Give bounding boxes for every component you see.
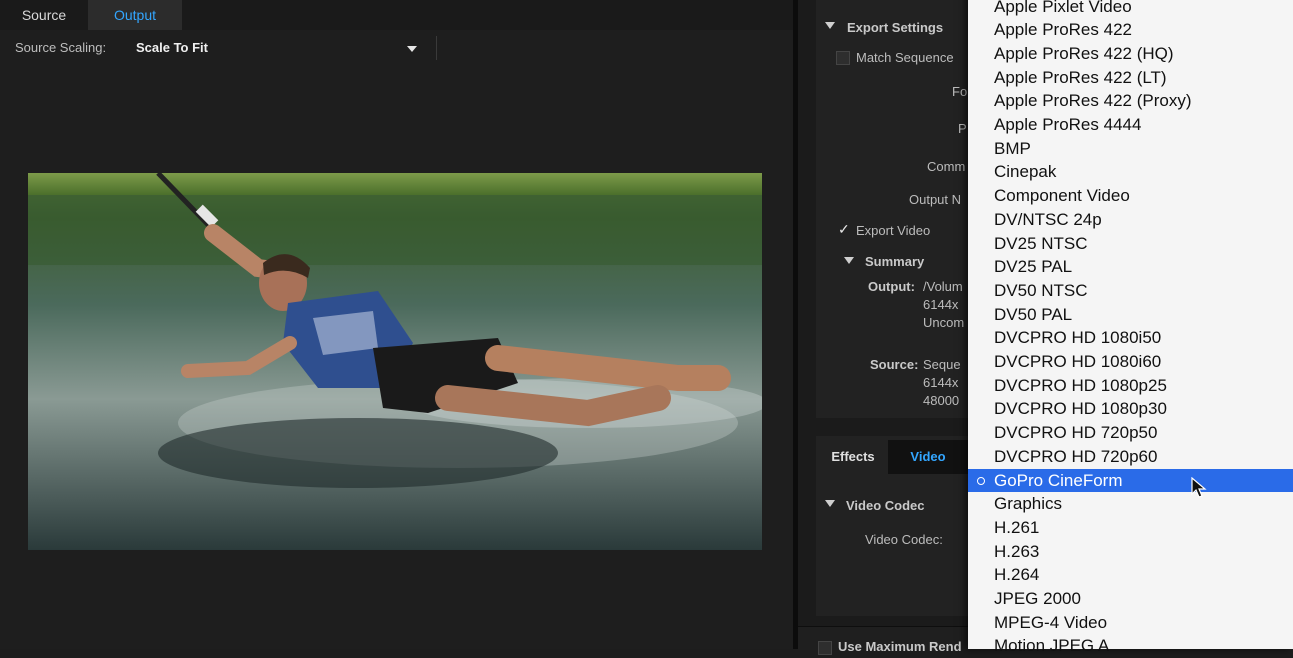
menu-item[interactable]: Apple ProRes 422 (LT) [968,66,1293,90]
menu-item-label: DVCPRO HD 720p60 [994,446,1158,466]
source-scaling-bar: Source Scaling: Scale To Fit [0,34,793,62]
use-maximum-render-label: Use Maximum Rend [838,639,962,654]
export-video-checkbox[interactable]: ✓ [838,221,850,238]
selection-radio-icon [977,476,985,485]
output-name-label: Output N [909,192,962,207]
menu-item-label: DVCPRO HD 1080p30 [994,399,1167,419]
match-sequence-checkbox[interactable] [836,51,850,65]
menu-item[interactable]: Cinepak [968,160,1293,184]
use-maximum-render-checkbox[interactable] [818,641,832,655]
video-codec-section-title: Video Codec [846,498,925,513]
menu-item-label: Apple ProRes 4444 [994,115,1142,134]
tab-source[interactable]: Source [0,0,88,30]
menu-item[interactable]: Apple ProRes 4444 [968,113,1293,137]
menu-item[interactable]: DV25 NTSC [968,232,1293,256]
summary-source-line: 48000 [923,393,960,408]
menu-item-label: Component Video [994,186,1130,206]
menu-item-label: DVCPRO HD 1080i50 [994,328,1162,348]
menu-item-label: DV50 PAL [994,304,1073,324]
tab-effects[interactable]: Effects [818,440,888,474]
summary-output-line: /Volum [923,279,963,294]
menu-item-label: Apple ProRes 422 [994,20,1132,40]
toolbar-divider [436,36,437,60]
menu-item-label: DVCPRO HD 720p50 [994,423,1158,443]
summary-title: Summary [865,254,925,269]
menu-item-label: DV50 NTSC [994,280,1088,300]
menu-item-label: H.261 [994,517,1040,537]
tab-video[interactable]: Video [888,440,968,474]
comments-label: Comm [927,159,966,174]
summary-output-key: Output: [868,279,915,294]
menu-item-label: DV/NTSC 24p [994,209,1102,229]
menu-item[interactable]: DV50 NTSC [968,279,1293,303]
menu-item[interactable]: Component Video [968,184,1293,208]
video-codec-disclosure-icon[interactable] [825,500,835,507]
source-output-tab-bar: Source Output [0,0,793,30]
menu-item-label: JPEG 2000 [994,589,1081,608]
menu-item-label: DVCPRO HD 1080i60 [994,352,1162,371]
menu-item[interactable]: JPEG 2000 [968,587,1293,611]
menu-item-label: DV25 PAL [994,257,1073,277]
menu-item[interactable]: H.264 [968,563,1293,587]
export-video-label: Export Video [856,223,931,238]
menu-item-selected[interactable]: GoPro CineForm [968,468,1293,493]
menu-item-label: GoPro CineForm [994,470,1123,490]
menu-item[interactable]: BMP [968,137,1293,161]
source-scaling-label: Source Scaling: [15,40,107,55]
menu-item[interactable]: DVCPRO HD 720p60 [968,445,1293,469]
mouse-pointer-icon [1191,477,1207,498]
disclosure-triangle-icon[interactable] [825,22,835,29]
menu-item-label: H.264 [994,565,1040,585]
menu-item[interactable]: Apple ProRes 422 (Proxy) [968,89,1293,113]
menu-item-label: BMP [994,138,1031,158]
format-label: Fo [952,84,968,99]
menu-item-label: Apple ProRes 422 (Proxy) [994,91,1192,111]
summary-source-line: Seque [923,357,961,372]
video-frame-image [28,173,762,550]
menu-item-label: Apple Pixlet Video [994,0,1132,16]
tab-output[interactable]: Output [88,0,182,30]
menu-item-label: Cinepak [994,162,1057,182]
video-frame-preview [28,173,762,550]
export-settings-title: Export Settings [847,20,944,35]
menu-item[interactable]: Apple Pixlet Video [968,0,1293,18]
menu-item[interactable]: DV50 PAL [968,303,1293,327]
menu-item[interactable]: DV25 PAL [968,255,1293,279]
menu-item-label: Graphics [994,494,1063,514]
summary-disclosure-icon[interactable] [844,257,854,264]
menu-item[interactable]: DVCPRO HD 1080i60 [968,350,1293,374]
menu-item-label: Motion JPEG A [994,636,1110,656]
menu-item[interactable]: DVCPRO HD 1080p25 [968,374,1293,398]
menu-item[interactable]: DVCPRO HD 1080i50 [968,326,1293,350]
menu-item[interactable]: Graphics [968,492,1293,516]
menu-item[interactable]: Apple ProRes 422 [968,18,1293,42]
menu-item-label: DV25 NTSC [994,233,1088,253]
menu-item[interactable]: MPEG-4 Video [968,611,1293,635]
video-codec-label: Video Codec: [865,532,943,547]
menu-item[interactable]: Apple ProRes 422 (HQ) [968,42,1293,66]
summary-source-line: 6144x [923,375,959,390]
summary-source-key: Source: [870,357,919,372]
source-scaling-dropdown[interactable]: Scale To Fit [128,36,424,60]
summary-output-line: Uncom [923,315,965,330]
menu-item-label: Apple ProRes 422 (LT) [994,67,1167,87]
menu-item[interactable]: H.261 [968,516,1293,540]
menu-item[interactable]: H.263 [968,540,1293,564]
menu-item[interactable]: DV/NTSC 24p [968,208,1293,232]
menu-item-label: Apple ProRes 422 (HQ) [994,43,1174,63]
menu-item[interactable]: DVCPRO HD 720p50 [968,421,1293,445]
preset-label: P [958,121,967,136]
menu-item-label: DVCPRO HD 1080p25 [994,375,1167,395]
menu-item[interactable]: DVCPRO HD 1080p30 [968,397,1293,421]
menu-item-label: H.263 [994,541,1040,561]
menu-item[interactable]: Motion JPEG A [968,634,1293,658]
summary-output-line: 6144x [923,297,959,312]
chevron-down-icon [407,46,417,52]
match-sequence-label: Match Sequence [856,50,954,65]
source-scaling-value: Scale To Fit [136,40,208,55]
preview-pane: Source Output Source Scaling: Scale To F… [0,0,793,649]
menu-item-label: MPEG-4 Video [994,612,1108,632]
format-dropdown-menu[interactable]: Apple Pixlet Video Apple ProRes 422 Apple … [968,0,1293,655]
